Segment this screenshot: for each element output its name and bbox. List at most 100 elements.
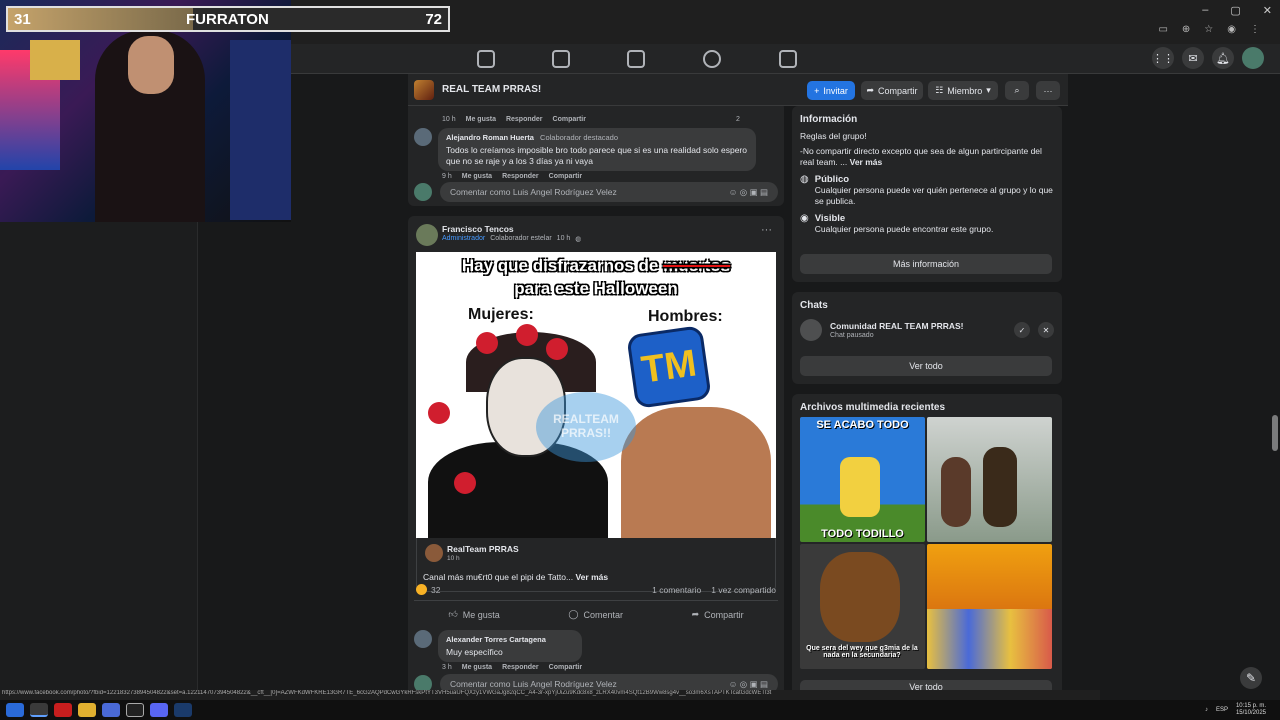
like-label: Me gusta: [462, 609, 500, 620]
avatar[interactable]: [1242, 47, 1264, 69]
steam-taskbar-icon[interactable]: [174, 703, 192, 717]
rose-decoration: [516, 324, 538, 346]
notifications-bell-icon[interactable]: 🔔︎: [1212, 47, 1234, 69]
opera-taskbar-icon[interactable]: [54, 703, 72, 717]
post-actions: 👍︎ Me gusta ◯ Comentar ➦ Compartir: [414, 600, 778, 620]
media-thumbnail[interactable]: SE ACABO TODO TODO TODILLO: [800, 417, 925, 542]
post-time[interactable]: 10 h: [557, 235, 571, 243]
comment-like-link[interactable]: Me gusta: [466, 116, 496, 123]
zoom-icon[interactable]: ⊕: [1182, 24, 1190, 35]
window-controls: – ▢ ✕: [1202, 4, 1272, 17]
see-all-chats-button[interactable]: Ver todo: [800, 356, 1052, 376]
share-group-button[interactable]: ➦ Compartir: [861, 81, 923, 100]
post-author[interactable]: Francisco Tencos: [442, 224, 514, 234]
language-indicator[interactable]: ESP: [1216, 707, 1228, 713]
profile-icon[interactable]: ◉: [1227, 24, 1236, 35]
share-label: Compartir: [878, 85, 918, 96]
media-thumbnail[interactable]: [927, 544, 1052, 669]
comment-reply-link[interactable]: Responder: [506, 116, 543, 123]
comment-share-link[interactable]: Compartir: [553, 116, 586, 123]
comment-input[interactable]: Comentar como Luis Angel Rodríguez Velez…: [440, 182, 778, 202]
compose-message-icon[interactable]: ✎: [1240, 667, 1262, 689]
groups-icon[interactable]: [703, 50, 721, 68]
see-more-link[interactable]: Ver más: [850, 157, 883, 167]
group-name[interactable]: REAL TEAM PRRAS!: [442, 84, 541, 95]
chrome-taskbar-icon[interactable]: [30, 703, 48, 717]
gaming-chair: [230, 40, 291, 220]
media-title: Archivos multimedia recientes: [800, 402, 946, 413]
crowd-figures: [927, 609, 1052, 669]
video-icon[interactable]: [552, 50, 570, 68]
shared-author[interactable]: RealTeam PRRAS: [447, 544, 519, 554]
menu-grid-icon[interactable]: ⋮⋮: [1152, 47, 1174, 69]
chat-status: Chat pausado: [830, 332, 874, 339]
gaming-icon[interactable]: [779, 50, 797, 68]
post-card: Francisco Tencos Administrador Colaborad…: [408, 216, 784, 696]
shares-count[interactable]: 1 vez compartido: [711, 585, 776, 595]
close-icon[interactable]: ✕: [1263, 4, 1272, 17]
file-explorer-icon[interactable]: [78, 703, 96, 717]
comment-reaction-count[interactable]: 2: [736, 116, 740, 123]
reaction-count: 32: [431, 584, 441, 595]
eye-icon: ◉: [800, 213, 809, 224]
shared-text: Canal más mu€rt0 que el pipi de Tatto...…: [423, 572, 608, 582]
group-search-button[interactable]: ⌕: [1005, 81, 1029, 100]
previous-post-comments: 10 h Me gusta Responder Compartir 2 Alej…: [408, 106, 784, 206]
group-more-button[interactable]: ···: [1036, 81, 1060, 100]
invite-button[interactable]: + Invitar: [807, 81, 855, 100]
home-icon[interactable]: [477, 50, 495, 68]
discord-taskbar-icon[interactable]: [150, 703, 168, 717]
author-avatar[interactable]: [416, 224, 438, 246]
comment-share-link[interactable]: Compartir: [549, 664, 582, 671]
share-button[interactable]: ➦ Compartir: [692, 609, 744, 620]
see-more-link[interactable]: Ver más: [575, 572, 608, 582]
obs-taskbar-icon[interactable]: [126, 703, 144, 717]
comment-like-link[interactable]: Me gusta: [462, 664, 492, 671]
chat-bubble-icon: [800, 319, 822, 341]
windows-start-icon[interactable]: [6, 703, 24, 717]
checkmark-icon[interactable]: ✓: [1014, 322, 1030, 338]
cast-icon[interactable]: ▭: [1158, 24, 1167, 35]
clock[interactable]: 10:15 p. m. 15/10/2025: [1236, 703, 1266, 717]
share-arrow-icon: ➦: [691, 609, 700, 619]
comment-button[interactable]: ◯ Comentar: [568, 609, 623, 620]
media-thumbnail[interactable]: Que sera del wey que g3mia de la nada en…: [800, 544, 925, 669]
reaction-summary[interactable]: 32: [416, 584, 440, 595]
comments-count[interactable]: 1 comentario: [652, 585, 701, 595]
commenter-name[interactable]: Alexander Torres Cartagena: [446, 634, 574, 645]
like-button[interactable]: 👍︎ Me gusta: [448, 609, 499, 620]
member-button[interactable]: ☷ Miembro ▾: [928, 81, 998, 100]
rose-decoration: [454, 472, 476, 494]
chat-item[interactable]: Comunidad REAL TEAM PRRAS! Chat pausado ✓…: [800, 319, 1054, 341]
commenter-avatar[interactable]: [414, 128, 432, 146]
comment-like-link[interactable]: Me gusta: [462, 173, 492, 180]
comment-reply-link[interactable]: Responder: [502, 664, 539, 671]
comment-placeholder: Comentar como Luis Angel Rodríguez Velez: [450, 679, 617, 689]
more-info-button[interactable]: Más información: [800, 254, 1052, 274]
person-figure: [983, 447, 1017, 527]
animatronic-bear: [820, 552, 900, 642]
post-image[interactable]: Hay que disfrazarnos de muertos para est…: [416, 252, 776, 538]
system-tray: ♪ ESP 10:15 p. m. 15/10/2025: [1205, 703, 1266, 717]
menu-dots-icon[interactable]: ⋮: [1250, 24, 1260, 35]
maximize-icon[interactable]: ▢: [1230, 4, 1240, 17]
post-options-icon[interactable]: ···: [761, 224, 772, 236]
marketplace-icon[interactable]: [627, 50, 645, 68]
comment-meta-prev: 10 h Me gusta Responder Compartir 2: [438, 116, 740, 123]
minimize-icon[interactable]: –: [1202, 4, 1208, 17]
bookmark-star-icon[interactable]: ☆: [1204, 24, 1213, 35]
comment-share-link[interactable]: Compartir: [549, 173, 582, 180]
page-scrollbar[interactable]: [1272, 415, 1278, 451]
group-avatar[interactable]: [414, 80, 434, 100]
comment-reply-link[interactable]: Responder: [502, 173, 539, 180]
messenger-icon[interactable]: ✉: [1182, 47, 1204, 69]
app-taskbar-icon[interactable]: [102, 703, 120, 717]
shared-post-preview[interactable]: RealTeam PRRAS 10 h Canal más mu€rt0 que…: [416, 538, 776, 592]
volume-icon[interactable]: ♪: [1205, 707, 1208, 713]
commenter-name[interactable]: Alejandro Roman Huerta: [446, 133, 534, 142]
overlay-title: FURRATON: [186, 11, 269, 28]
commenter-avatar[interactable]: [414, 630, 432, 648]
close-icon[interactable]: ✕: [1038, 322, 1054, 338]
comment-composer: Comentar como Luis Angel Rodríguez Velez…: [414, 182, 778, 202]
media-thumbnail[interactable]: [927, 417, 1052, 542]
